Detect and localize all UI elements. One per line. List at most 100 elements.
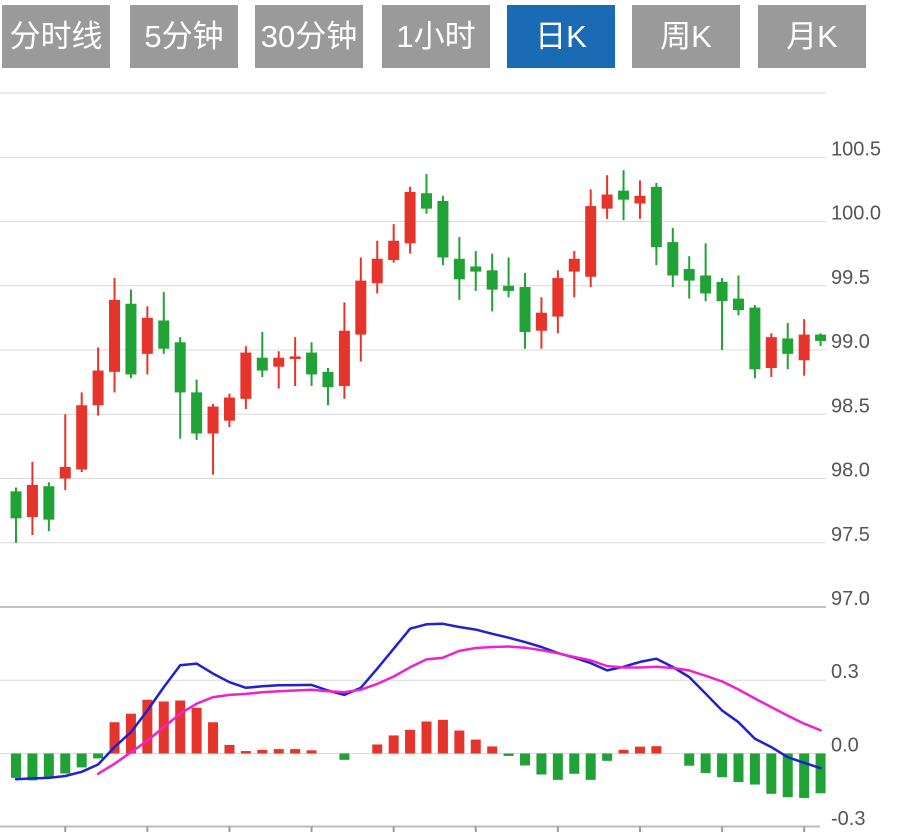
candle-body: [60, 467, 71, 479]
macd-bar: [651, 746, 661, 753]
candle-body: [470, 266, 481, 271]
candle-body: [503, 286, 514, 291]
candle-body: [799, 335, 810, 361]
candle-body: [191, 392, 202, 433]
candle: [552, 270, 563, 333]
tab-minute-line[interactable]: 分时线: [2, 5, 110, 68]
tab-monthly-k[interactable]: 月K: [758, 5, 866, 68]
candle-body: [569, 259, 580, 272]
candle-body: [109, 300, 120, 372]
y-axis-label: -0.3: [831, 808, 865, 830]
y-axis-label: 99.0: [831, 331, 870, 353]
y-axis-label: 100.5: [831, 138, 881, 160]
candle-body: [667, 242, 678, 275]
candle: [520, 273, 531, 349]
macd-bar: [701, 754, 711, 774]
y-axis-label: 100.0: [831, 203, 881, 225]
candle: [470, 251, 481, 291]
candle-body: [76, 405, 87, 469]
macd-bar: [372, 744, 382, 753]
candle: [766, 333, 777, 377]
candle: [717, 278, 728, 350]
candle-body: [520, 287, 531, 332]
candle-body: [257, 358, 268, 371]
y-axis-label: 98.5: [831, 395, 870, 417]
candle: [651, 183, 662, 265]
candle: [322, 368, 333, 405]
candle: [815, 333, 826, 346]
macd-bar: [553, 754, 563, 780]
candle-body: [158, 320, 169, 348]
y-axis-label: 0.0: [831, 735, 859, 757]
candle-body: [355, 281, 366, 335]
candle: [142, 306, 153, 374]
candle-body: [487, 270, 498, 289]
candle-body: [11, 491, 22, 518]
candle-body: [815, 335, 826, 341]
candle: [27, 462, 38, 535]
candle: [11, 487, 22, 542]
candle: [76, 392, 87, 472]
dea-line: [98, 647, 821, 774]
macd-histogram: [11, 700, 826, 798]
macd-bar: [816, 754, 826, 794]
candle-body: [322, 372, 333, 387]
tab-daily-k[interactable]: 日K: [507, 5, 615, 68]
candle-body: [618, 191, 629, 200]
candle: [405, 187, 416, 254]
macd-bar: [602, 754, 612, 761]
macd-bar: [684, 754, 694, 766]
macd-bar: [257, 750, 267, 754]
candle: [799, 319, 810, 376]
candle-body: [43, 486, 54, 519]
candle: [421, 174, 432, 214]
candle: [487, 254, 498, 312]
candle-body: [93, 371, 104, 406]
candle-body: [552, 278, 563, 317]
candles-layer: [11, 170, 827, 543]
macd-bar: [438, 720, 448, 754]
candle: [618, 170, 629, 220]
macd-bar: [241, 751, 251, 753]
candle: [536, 297, 547, 348]
candle: [306, 342, 317, 386]
macd-bar: [142, 700, 152, 754]
candle-wick: [64, 414, 66, 490]
macd-bar: [192, 708, 202, 754]
candle-wick: [294, 337, 296, 386]
macd-bar: [717, 754, 727, 778]
dif-line: [16, 624, 821, 779]
macd-bar: [471, 740, 481, 754]
macd-bar: [224, 745, 234, 754]
macd-bar: [60, 754, 70, 774]
candle: [733, 275, 744, 315]
macd-y-axis-labels: 0.30.0-0.3: [831, 661, 865, 830]
tab-weekly-k[interactable]: 周K: [632, 5, 740, 68]
candle: [634, 180, 645, 219]
macd-bar: [77, 754, 87, 768]
macd-bar: [569, 754, 579, 774]
candle: [684, 256, 695, 298]
macd-bar: [27, 754, 37, 781]
dea-polyline: [98, 647, 821, 774]
y-axis-label: 99.5: [831, 267, 870, 289]
macd-bar: [487, 746, 497, 753]
candle-body: [339, 331, 350, 386]
candle: [125, 290, 136, 379]
macd-bar: [11, 754, 21, 778]
macd-bar: [635, 747, 645, 754]
candle-body: [175, 342, 186, 392]
tab-30min[interactable]: 30分钟: [255, 5, 363, 68]
y-axis-label: 97.0: [831, 588, 870, 610]
candle: [782, 323, 793, 369]
candle: [224, 394, 235, 427]
tab-1hour[interactable]: 1小时: [382, 5, 490, 68]
candle: [503, 257, 514, 297]
tab-5min[interactable]: 5分钟: [130, 5, 238, 68]
macd-bar: [405, 730, 415, 754]
kline-chart-svg[interactable]: 100.5100.099.599.098.598.097.597.0 0.30.…: [0, 0, 903, 832]
candle: [602, 175, 613, 219]
candle-wick: [278, 351, 280, 388]
candle-body: [372, 259, 383, 283]
candle: [158, 292, 169, 354]
